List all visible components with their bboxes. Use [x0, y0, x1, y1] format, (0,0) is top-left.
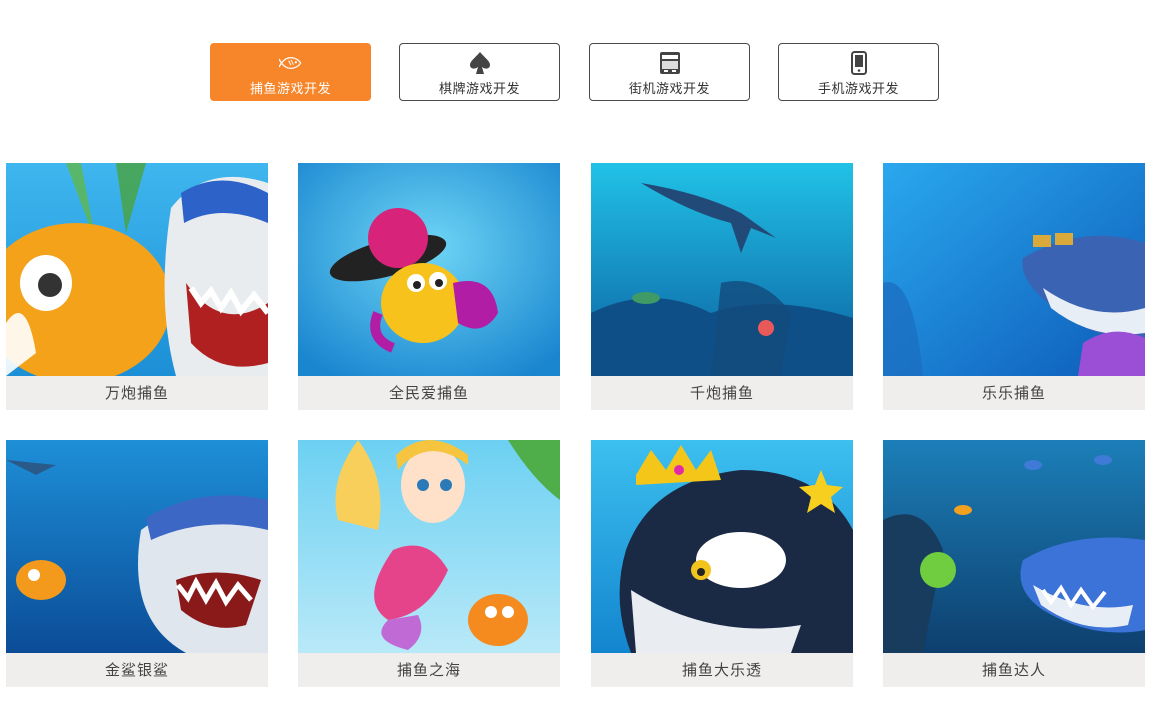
game-title: 全民爱捕鱼	[298, 376, 560, 410]
tab-label: 街机游戏开发	[628, 82, 710, 97]
game-card-wanpao[interactable]: 万炮捕鱼	[6, 163, 268, 410]
game-thumbnail	[591, 440, 853, 653]
tab-arcade-games[interactable]: 街机游戏开发	[589, 43, 750, 101]
mobile-phone-icon	[847, 51, 871, 75]
game-title: 捕鱼大乐透	[591, 653, 853, 687]
game-title: 乐乐捕鱼	[883, 376, 1145, 410]
game-card-buyu-zhihai[interactable]: 捕鱼之海	[298, 440, 560, 687]
game-thumbnail	[591, 163, 853, 376]
game-thumbnail	[6, 163, 268, 376]
game-thumbnail	[883, 440, 1145, 653]
game-card-quanmin[interactable]: 全民爱捕鱼	[298, 163, 560, 410]
game-title: 千炮捕鱼	[591, 376, 853, 410]
game-thumbnail	[298, 163, 560, 376]
game-title: 金鲨银鲨	[6, 653, 268, 687]
game-thumbnail	[883, 163, 1145, 376]
game-card-lele[interactable]: 乐乐捕鱼	[883, 163, 1145, 410]
tab-mobile-games[interactable]: 手机游戏开发	[778, 43, 939, 101]
fish-icon	[278, 51, 303, 75]
game-title: 捕鱼之海	[298, 653, 560, 687]
game-thumbnail	[6, 440, 268, 653]
game-card-jinsha[interactable]: 金鲨银鲨	[6, 440, 268, 687]
category-tabs: 捕鱼游戏开发 棋牌游戏开发 街机游戏开发 手机游戏开发	[0, 0, 1156, 110]
tab-fishing-games[interactable]: 捕鱼游戏开发	[210, 43, 371, 101]
game-title: 万炮捕鱼	[6, 376, 268, 410]
game-card-buyu-daren[interactable]: 捕鱼达人	[883, 440, 1145, 687]
arcade-machine-icon	[658, 51, 682, 75]
tab-label: 捕鱼游戏开发	[249, 82, 331, 97]
game-card-daletou[interactable]: 捕鱼大乐透	[591, 440, 853, 687]
game-title: 捕鱼达人	[883, 653, 1145, 687]
tab-card-games[interactable]: 棋牌游戏开发	[399, 43, 560, 101]
spade-icon	[468, 51, 492, 75]
game-thumbnail	[298, 440, 560, 653]
tab-label: 棋牌游戏开发	[438, 82, 520, 97]
game-card-qianpao[interactable]: 千炮捕鱼	[591, 163, 853, 410]
tab-label: 手机游戏开发	[817, 82, 899, 97]
